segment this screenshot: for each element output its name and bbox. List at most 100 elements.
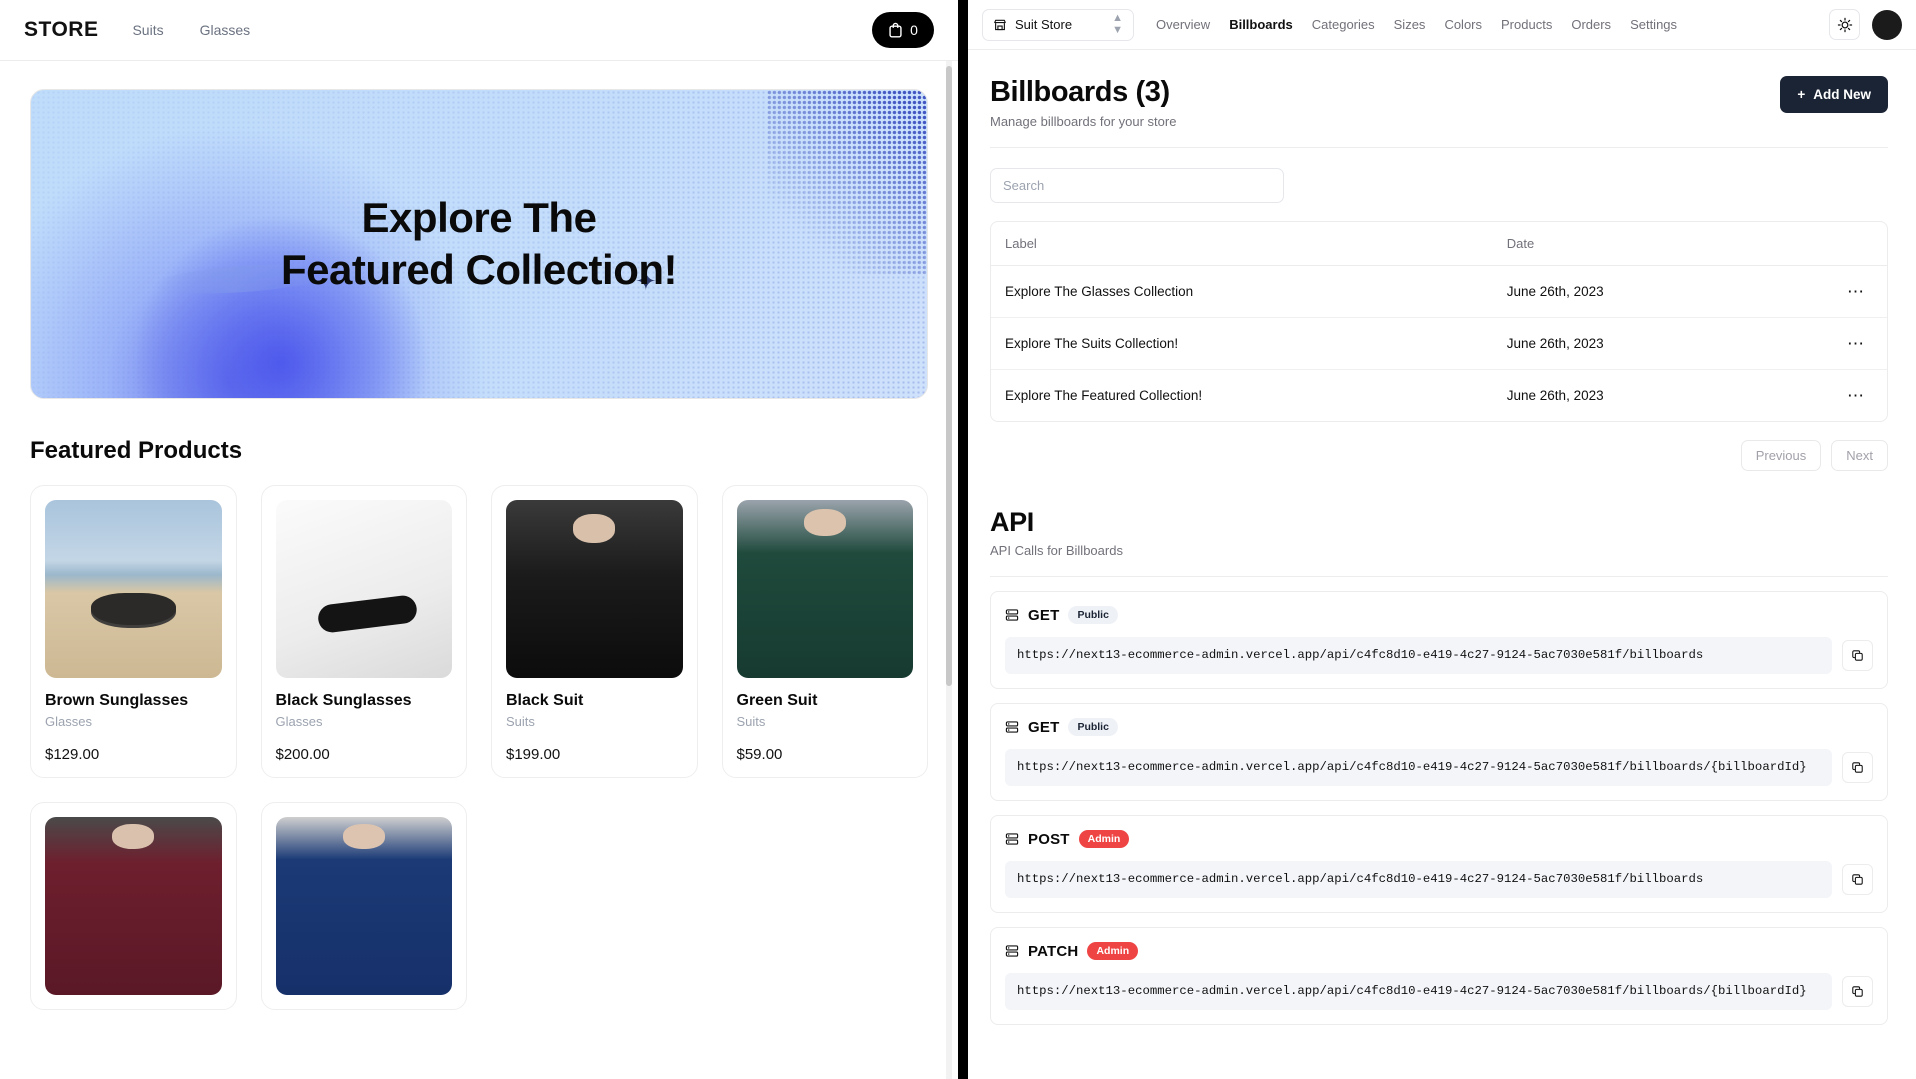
avatar[interactable] [1872, 9, 1902, 40]
server-icon [1005, 945, 1019, 957]
product-image [45, 500, 222, 678]
cell-label: Explore The Featured Collection! [1005, 388, 1203, 403]
api-access-badge: Public [1068, 718, 1118, 737]
nav-item-overview[interactable]: Overview [1156, 17, 1210, 32]
nav-item-products[interactable]: Products [1501, 17, 1552, 32]
table-row: Explore The Featured Collection! June 26… [991, 370, 1887, 422]
product-category: Suits [506, 714, 535, 729]
cart-button[interactable]: 0 [872, 12, 934, 48]
nav-link-glasses[interactable]: Glasses [200, 22, 251, 38]
next-page-button[interactable]: Next [1831, 440, 1888, 471]
product-name: Black Sunglasses [275, 692, 412, 709]
previous-page-button[interactable]: Previous [1740, 440, 1822, 471]
copy-url-button[interactable] [1842, 640, 1873, 672]
api-section-subtitle: API Calls for Billboards [990, 543, 1123, 558]
theme-toggle-button[interactable] [1829, 9, 1860, 40]
copy-url-button[interactable] [1842, 976, 1873, 1008]
product-price: $129.00 [45, 746, 100, 763]
page-title: Billboards (3) [990, 76, 1170, 108]
product-name: Brown Sunglasses [45, 692, 189, 709]
api-url-row: https://next13-ecommerce-admin.vercel.ap… [1005, 749, 1873, 787]
row-actions-button[interactable]: ⋯ [1847, 334, 1865, 353]
storefront-navbar: STORE Suits Glasses 0 [0, 0, 958, 61]
copy-url-button[interactable] [1842, 752, 1873, 784]
api-endpoint-card: GET Public https://next13-ecommerce-admi… [990, 703, 1888, 802]
table-row: Explore The Suits Collection! June 26th,… [991, 317, 1887, 370]
page-header: Billboards (3) Manage billboards for you… [990, 76, 1888, 129]
api-url-row: https://next13-ecommerce-admin.vercel.ap… [1005, 637, 1873, 675]
api-endpoint-card: POST Admin https://next13-ecommerce-admi… [990, 815, 1888, 914]
hero-headline-line2: Featured Collection! [280, 246, 678, 293]
nav-item-settings[interactable]: Settings [1630, 17, 1677, 32]
cell-label: Explore The Suits Collection! [991, 317, 1493, 370]
row-actions-button[interactable]: ⋯ [1847, 386, 1865, 405]
product-image [506, 500, 683, 678]
server-icon [1005, 721, 1019, 733]
store-logo[interactable]: STORE [24, 18, 98, 42]
api-method: GET [1028, 606, 1060, 624]
api-url: https://next13-ecommerce-admin.vercel.ap… [1005, 749, 1832, 787]
product-category: Glasses [45, 714, 92, 729]
split-screen-root: STORE Suits Glasses 0 ✦ Explore The Feat… [0, 0, 1916, 1079]
api-method: GET [1028, 718, 1060, 736]
product-card[interactable]: Brown Sunglasses Glasses $129.00 [30, 485, 237, 778]
nav-item-colors[interactable]: Colors [1444, 17, 1482, 32]
product-image [275, 500, 452, 678]
storefront-scrollbar-thumb[interactable] [946, 66, 952, 686]
server-icon [1005, 833, 1019, 845]
product-image [275, 817, 452, 995]
copy-icon [1852, 874, 1863, 885]
api-section-title: API [990, 507, 1034, 537]
copy-icon [1852, 762, 1863, 773]
product-card[interactable] [260, 802, 467, 1010]
product-card[interactable]: Black Sunglasses Glasses $200.00 [260, 485, 467, 778]
column-header-label: Label [991, 222, 1493, 266]
product-category: Glasses [275, 714, 323, 729]
api-endpoint-card: GET Public https://next13-ecommerce-admi… [990, 591, 1888, 690]
column-header-actions [1815, 222, 1887, 266]
api-access-badge: Admin [1087, 942, 1139, 961]
api-access-badge: Admin [1078, 830, 1130, 849]
nav-item-sizes[interactable]: Sizes [1394, 17, 1426, 32]
divider-line [990, 147, 1888, 148]
storefront-content: ✦ Explore The Featured Collection! Featu… [0, 61, 958, 1079]
api-endpoint-card: PATCH Admin https://next13-ecommerce-adm… [990, 927, 1888, 1026]
product-card[interactable] [30, 802, 237, 1010]
api-access-badge: Public [1068, 606, 1118, 624]
sun-icon [1837, 17, 1852, 32]
nav-link-suits[interactable]: Suits [132, 22, 163, 38]
pagination: Previous Next [990, 440, 1888, 471]
nav-item-categories[interactable]: Categories [1312, 17, 1375, 32]
copy-url-button[interactable] [1842, 864, 1873, 896]
product-grid: Brown Sunglasses Glasses $129.00 Black S… [30, 485, 928, 778]
add-new-label: Add New [1813, 87, 1871, 102]
nav-item-billboards[interactable]: Billboards [1229, 17, 1293, 32]
nav-item-orders[interactable]: Orders [1571, 17, 1611, 32]
api-url: https://next13-ecommerce-admin.vercel.ap… [1005, 637, 1832, 675]
product-card[interactable]: Black Suit Suits $199.00 [491, 485, 698, 778]
product-price: $59.00 [736, 746, 783, 763]
cell-date: June 26th, 2023 [1492, 265, 1816, 318]
store-switcher[interactable]: Suit Store ▲ ▼ [982, 8, 1134, 41]
admin-pane: Suit Store ▲ ▼ Overview Billboards Catego… [968, 0, 1916, 1079]
api-url-row: https://next13-ecommerce-admin.vercel.ap… [1005, 973, 1873, 1011]
add-new-button[interactable]: + Add New [1780, 76, 1888, 113]
product-grid-row-2 [30, 802, 928, 1010]
product-price: $199.00 [506, 746, 561, 763]
search-input[interactable] [990, 168, 1284, 203]
plus-icon: + [1797, 87, 1806, 102]
cell-date: June 26th, 2023 [1506, 388, 1604, 403]
chevron-up-down-icon: ▲ ▼ [1112, 11, 1123, 36]
server-icon [1005, 609, 1019, 621]
product-category: Suits [736, 714, 766, 729]
column-header-date: Date [1492, 222, 1816, 266]
api-endpoint-header: PATCH Admin [1005, 942, 1873, 961]
api-endpoint-header: POST Admin [1005, 830, 1873, 849]
row-actions-button[interactable]: ⋯ [1847, 282, 1865, 301]
hero-billboard[interactable]: ✦ Explore The Featured Collection! [30, 89, 928, 399]
storefront-nav-links: Suits Glasses [132, 22, 250, 38]
product-card[interactable]: Green Suit Suits $59.00 [721, 485, 928, 778]
copy-icon [1852, 986, 1863, 997]
admin-content: Billboards (3) Manage billboards for you… [968, 50, 1916, 1079]
api-url: https://next13-ecommerce-admin.vercel.ap… [1005, 973, 1832, 1011]
